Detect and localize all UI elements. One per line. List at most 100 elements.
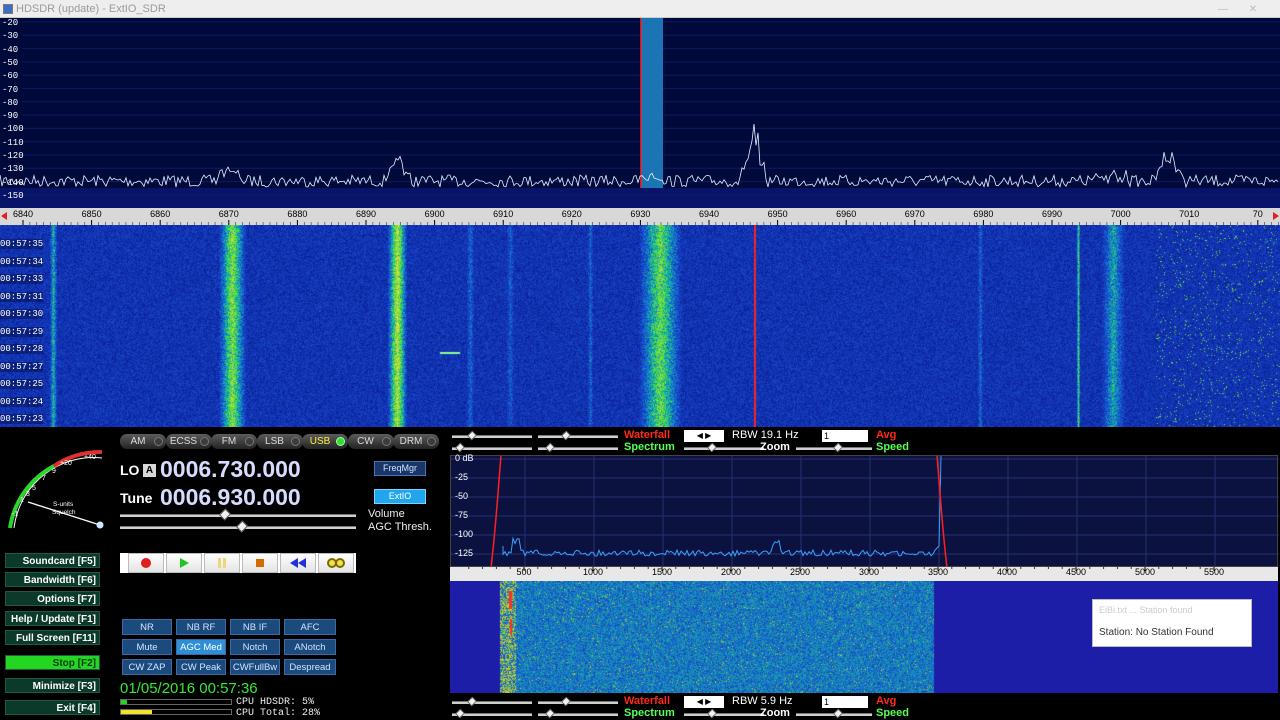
- dsp-button-cw-peak[interactable]: CW Peak: [176, 659, 226, 675]
- mode-led-icon: [199, 437, 209, 446]
- record-icon[interactable]: [128, 553, 164, 573]
- menu-button-help-update[interactable]: Help / Update [F1]: [5, 611, 100, 626]
- dsp-button-anotch[interactable]: ANotch: [284, 639, 336, 655]
- menu-label: Exit: [56, 703, 75, 714]
- dsp-button-notch[interactable]: Notch: [230, 639, 280, 655]
- rf-spectrum-display[interactable]: -20 -30 -40 -50 -60 -70 -80 -90 -100 -110 -120 -130…: [0, 18, 1280, 208]
- lo-frequency[interactable]: 0006.730.000: [160, 456, 301, 483]
- station-info-tooltip: EiBi.txt ... Station found Station: No S…: [1092, 599, 1252, 647]
- speed-slider[interactable]: [796, 442, 872, 454]
- scroll-right-icon[interactable]: [1273, 212, 1279, 220]
- pause-icon[interactable]: [204, 553, 240, 573]
- slider-track: [684, 447, 764, 450]
- rf-frequency-scale[interactable]: 6840 6850 6860 6870 6880 6890 6900 6910 6920 6930…: [0, 208, 1280, 225]
- agc-slider-thumb[interactable]: [235, 520, 249, 533]
- af-spectrum-brightness-slider[interactable]: [538, 708, 618, 720]
- play-icon[interactable]: [166, 553, 202, 573]
- af-waterfall-brightness-slider[interactable]: [538, 696, 618, 708]
- slider-thumb[interactable]: [467, 430, 477, 441]
- menu-button-full-screen[interactable]: Full Screen [F11]: [5, 630, 100, 645]
- extio-button[interactable]: ExtIO: [374, 489, 426, 504]
- zoom-slider-left[interactable]: [684, 708, 764, 720]
- af-frequency-label: 2500: [789, 567, 811, 577]
- volume-slider-thumb[interactable]: [219, 508, 232, 521]
- rf-waterfall-display[interactable]: 00:57:35 00:57:34 00:57:33 00:57:31 00:57:30…: [0, 225, 1280, 427]
- rf-spectrum-graph[interactable]: [0, 18, 1280, 208]
- agc-threshold-slider[interactable]: [120, 520, 356, 533]
- stop-icon[interactable]: [242, 553, 278, 573]
- slider-thumb[interactable]: [833, 708, 843, 719]
- slider-thumb[interactable]: [545, 442, 555, 453]
- mode-button-cw[interactable]: CW: [347, 434, 394, 449]
- mode-button-fm[interactable]: FM: [211, 434, 257, 449]
- zoom-slider-left[interactable]: [684, 442, 764, 454]
- dsp-button-despread[interactable]: Despread: [284, 659, 336, 675]
- dsp-button-afc[interactable]: AFC: [284, 619, 336, 635]
- mode-label: USB: [309, 436, 331, 447]
- dsp-button-nb-if[interactable]: NB IF: [230, 619, 280, 635]
- menu-button-exit[interactable]: Exit [F4]: [5, 700, 100, 715]
- af-spectrum-graph[interactable]: [451, 455, 1279, 569]
- smeter-squelch-label: Squelch: [52, 509, 76, 516]
- rf-waterfall-canvas[interactable]: [0, 225, 1280, 427]
- af-spectrum-brightness-slider[interactable]: [538, 442, 618, 454]
- tooltip-message: Station: No Station Found: [1099, 627, 1214, 638]
- slider-thumb[interactable]: [707, 442, 717, 453]
- mode-led-icon: [381, 437, 391, 446]
- menu-button-bandwidth[interactable]: Bandwidth [F6]: [5, 572, 100, 587]
- volume-slider[interactable]: [120, 508, 356, 521]
- close-window-icon[interactable]: ✕: [1246, 1, 1260, 15]
- af-spectrum-trace: [502, 455, 942, 558]
- af-waterfall-contrast-slider[interactable]: [452, 430, 532, 442]
- squelch-handle[interactable]: [96, 521, 104, 529]
- lo-ab-toggle[interactable]: A: [143, 464, 156, 477]
- loop-icon[interactable]: [318, 553, 354, 573]
- rewind-icon[interactable]: [280, 553, 316, 573]
- slider-thumb[interactable]: [833, 442, 843, 453]
- mode-button-lsb[interactable]: LSB: [256, 434, 303, 449]
- mode-button-am[interactable]: AM: [120, 434, 166, 449]
- rbw-label: RBW 19.1 Hz: [732, 429, 799, 441]
- af-spectrum-display[interactable]: 0 dB -25 -50 -75 -100 -125: [450, 453, 1279, 569]
- frequency-label: 6950: [767, 209, 788, 219]
- slider-thumb[interactable]: [707, 708, 717, 719]
- slider-thumb[interactable]: [545, 708, 555, 719]
- dsp-button-cwfullbw[interactable]: CWFullBw: [230, 659, 280, 675]
- rbw-stepper[interactable]: ◀ ▶: [684, 696, 724, 708]
- slider-thumb[interactable]: [561, 696, 571, 707]
- af-frequency-scale[interactable]: 500 1000 1500 2000 2500 3000 3500 4000 4500 5000 5…: [450, 567, 1278, 581]
- mode-button-ecss[interactable]: ECSS: [165, 434, 212, 449]
- mode-button-usb[interactable]: USB: [302, 434, 348, 449]
- dsp-button-mute[interactable]: Mute: [122, 639, 172, 655]
- af-waterfall-contrast-slider[interactable]: [452, 696, 532, 708]
- avg-select[interactable]: 1: [822, 430, 868, 442]
- scroll-left-icon[interactable]: [1, 212, 7, 220]
- menu-button-options[interactable]: Options [F7]: [5, 591, 100, 606]
- freqmgr-button[interactable]: FreqMgr: [374, 461, 426, 476]
- rbw-stepper[interactable]: ◀ ▶: [684, 430, 724, 442]
- dsp-button-agc-med[interactable]: AGC Med: [176, 639, 226, 655]
- slider-thumb[interactable]: [455, 708, 465, 719]
- minimize-window-icon[interactable]: —: [1216, 1, 1230, 15]
- tune-frequency[interactable]: 0006.930.000: [160, 484, 301, 511]
- mode-button-drm[interactable]: DRM: [393, 434, 439, 449]
- slider-thumb[interactable]: [467, 696, 477, 707]
- speed-slider[interactable]: [796, 708, 872, 720]
- menu-button-minimize[interactable]: Minimize [F3]: [5, 678, 100, 693]
- menu-label: Soundcard: [22, 556, 75, 567]
- dsp-button-nb-rf[interactable]: NB RF: [176, 619, 226, 635]
- menu-button-stop[interactable]: Stop [F2]: [5, 655, 100, 670]
- slider-thumb[interactable]: [455, 442, 465, 453]
- waterfall-timestamp: 00:57:33: [0, 274, 44, 284]
- af-waterfall-brightness-slider[interactable]: [538, 430, 618, 442]
- slider-thumb[interactable]: [561, 430, 571, 441]
- af-spectrum-contrast-slider[interactable]: [452, 708, 532, 720]
- dsp-button-cw-zap[interactable]: CW ZAP: [122, 659, 172, 675]
- menu-button-soundcard[interactable]: Soundcard [F5]: [5, 553, 100, 568]
- smeter-label-20: +20: [60, 460, 72, 467]
- dsp-button-nr[interactable]: NR: [122, 619, 172, 635]
- app-icon: [3, 4, 13, 14]
- slider-track: [684, 713, 764, 716]
- avg-select[interactable]: 1: [822, 696, 868, 708]
- volume-label: Volume: [368, 508, 405, 520]
